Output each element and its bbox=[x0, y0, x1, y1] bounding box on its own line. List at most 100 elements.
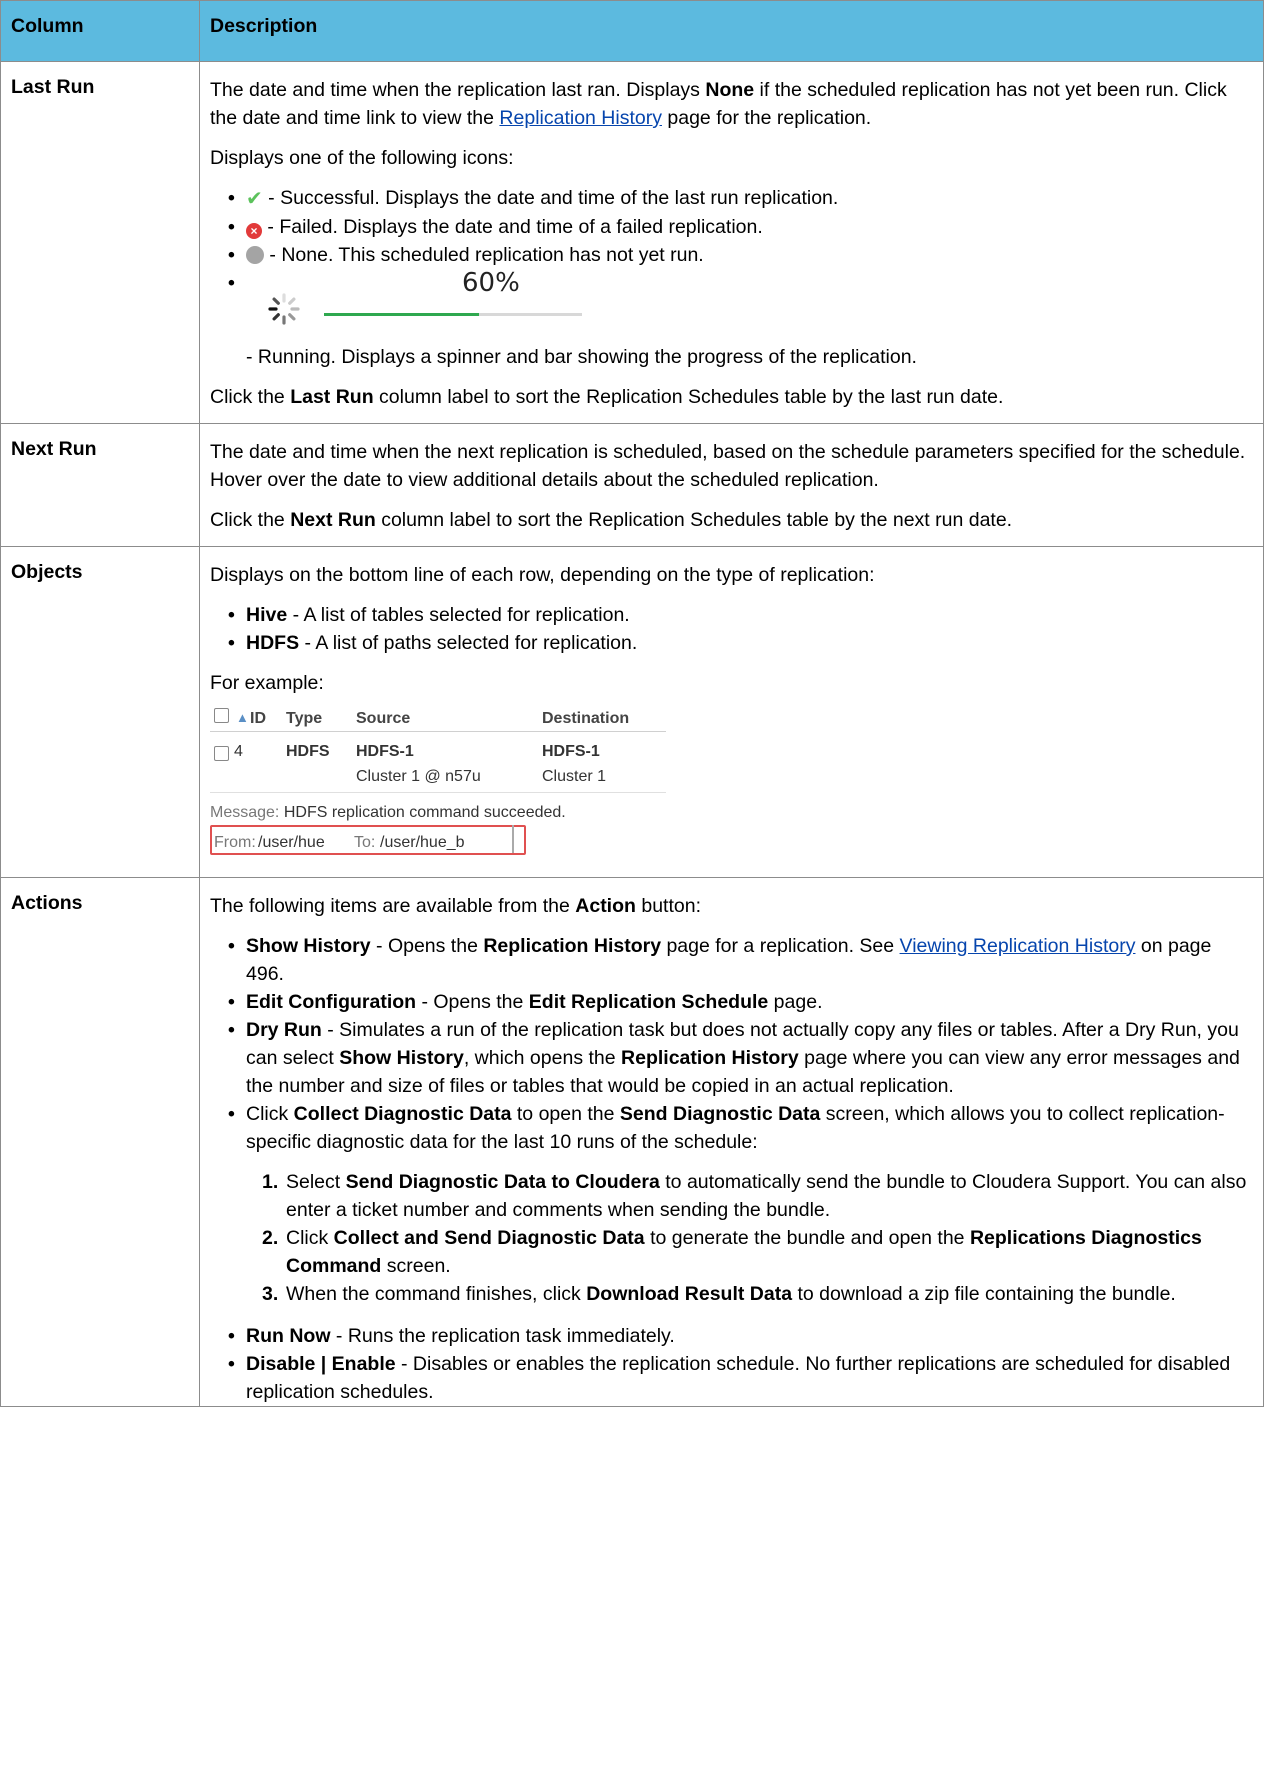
sort-asc-icon: ▲ bbox=[236, 709, 249, 725]
paragraph: The date and time when the next replicat… bbox=[210, 440, 1246, 491]
checkbox[interactable] bbox=[214, 745, 229, 761]
example-header: ▲ ID Type Source Destination bbox=[210, 699, 666, 732]
step-number: 3. bbox=[262, 1282, 279, 1305]
example-row: 4 HDFS HDFS-1 Cluster 1 @ n57u HDFS-1 Cl… bbox=[210, 732, 666, 793]
text: - Opens the bbox=[370, 934, 484, 957]
columns-table: Column Description Last Run The date and… bbox=[0, 0, 1264, 1407]
row-destination: HDFS-1 bbox=[542, 742, 600, 760]
icon-list: ✔ - Successful. Displays the date and ti… bbox=[210, 184, 1253, 383]
list-item-run-now: Run Now - Runs the replication task imme… bbox=[228, 1322, 1253, 1350]
bold-text: Send Diagnostic Data to Cloudera bbox=[345, 1170, 660, 1193]
message-text: HDFS replication command succeeded. bbox=[283, 803, 566, 821]
running-text: - Running. Displays a spinner and bar sh… bbox=[246, 345, 917, 368]
header-column: Column bbox=[0, 0, 200, 62]
from-label: From: bbox=[214, 833, 256, 851]
divider bbox=[512, 824, 518, 853]
header-description: Description bbox=[199, 0, 1264, 62]
bold-text: Disable | Enable bbox=[246, 1352, 396, 1375]
paragraph: Click the Last Run column label to sort … bbox=[210, 383, 1253, 411]
bold-text: Collect and Send Diagnostic Data bbox=[333, 1226, 645, 1249]
list-item: HDFS - A list of paths selected for repl… bbox=[228, 629, 1253, 657]
step-number: 2. bbox=[262, 1226, 279, 1249]
header-type: Type bbox=[286, 709, 323, 727]
list-item: 60% - Running. Displays a spinner and ba… bbox=[228, 269, 1253, 383]
text: page for a replication. See bbox=[661, 934, 900, 957]
text: - Successful. Displays the date and time… bbox=[262, 187, 839, 209]
bold-text: HDFS bbox=[246, 631, 300, 654]
list-item: - None. This scheduled replication has n… bbox=[228, 241, 1253, 269]
actions-list: Show History - Opens the Replication His… bbox=[210, 932, 1253, 1406]
row-desc-last-run: The date and time when the replication l… bbox=[199, 61, 1264, 424]
paragraph: For example: bbox=[210, 671, 324, 694]
spinner-icon bbox=[268, 293, 300, 325]
to-label: To: bbox=[354, 833, 376, 851]
progress-indicator: 60% bbox=[246, 269, 1253, 343]
to-value: /user/hue_b bbox=[380, 833, 465, 851]
none-icon bbox=[246, 245, 264, 264]
bold-text: Dry Run bbox=[246, 1018, 322, 1041]
step-number: 1. bbox=[262, 1170, 279, 1193]
bold-text: Replication History bbox=[621, 1046, 799, 1069]
step-item: 2. Click Collect and Send Diagnostic Data… bbox=[262, 1224, 1253, 1280]
progress-percent: 60% bbox=[462, 267, 520, 298]
bold-text: Download Result Data bbox=[586, 1282, 793, 1305]
list-item-disable-enable: Disable | Enable - Disables or enables t… bbox=[228, 1350, 1253, 1406]
row-source: HDFS-1 bbox=[356, 742, 414, 760]
list-item-collect-diagnostic-data: Click Collect Diagnostic Data to open th… bbox=[228, 1100, 1253, 1308]
text: When the command finishes, click bbox=[286, 1282, 587, 1305]
text: - A list of tables selected for replicat… bbox=[287, 603, 630, 626]
text: to generate the bundle and open the bbox=[644, 1226, 970, 1249]
text: Select bbox=[286, 1170, 346, 1193]
text: to open the bbox=[511, 1102, 620, 1125]
text: , which opens the bbox=[463, 1046, 622, 1069]
text: - Runs the replication task immediately. bbox=[330, 1324, 675, 1347]
step-item: 1. Select Send Diagnostic Data to Clouder… bbox=[262, 1168, 1253, 1224]
bold-text: Edit Replication Schedule bbox=[528, 990, 769, 1013]
text: Click the bbox=[210, 508, 291, 531]
paragraph: Displays one of the following icons: bbox=[210, 147, 514, 169]
row-name-last-run: Last Run bbox=[0, 61, 200, 424]
failed-icon: × bbox=[246, 222, 262, 239]
step-item: 3. When the command finishes, click Downl… bbox=[262, 1280, 1253, 1308]
example-screenshot: ▲ ID Type Source Destination 4 HDFS HDFS… bbox=[210, 698, 666, 857]
row-name-objects: Objects bbox=[0, 545, 200, 878]
text: - None. This scheduled replication has n… bbox=[264, 243, 704, 266]
text: to download a zip file containing the bu… bbox=[792, 1282, 1176, 1305]
bold-text: Last Run bbox=[290, 385, 374, 408]
row-desc-actions: The following items are available from t… bbox=[199, 876, 1264, 1407]
text: screen. bbox=[381, 1254, 451, 1277]
table-row: Next Run The date and time when the next… bbox=[0, 422, 1264, 547]
text: page. bbox=[768, 990, 823, 1013]
text: The following items are available from t… bbox=[210, 894, 576, 917]
text: - A list of paths selected for replicati… bbox=[299, 631, 638, 654]
header-source: Source bbox=[356, 709, 411, 727]
text: button: bbox=[635, 894, 701, 917]
viewing-replication-history-link[interactable]: Viewing Replication History bbox=[900, 935, 1136, 957]
bold-text: Run Now bbox=[246, 1324, 331, 1347]
text: - Failed. Displays the date and time of … bbox=[262, 215, 763, 238]
text: Click bbox=[246, 1102, 294, 1125]
message-label: Message: bbox=[210, 803, 280, 821]
header-destination: Destination bbox=[542, 709, 630, 727]
replication-history-link[interactable]: Replication History bbox=[499, 107, 662, 129]
bold-text: Next Run bbox=[290, 508, 376, 531]
table-row: Objects Displays on the bottom line of e… bbox=[0, 545, 1264, 878]
progress-bar-fill bbox=[324, 312, 479, 316]
text: column label to sort the Replication Sch… bbox=[375, 508, 1013, 531]
bold-text: Edit Configuration bbox=[246, 990, 417, 1013]
checkbox[interactable] bbox=[214, 707, 229, 723]
bold-text: Show History bbox=[246, 934, 371, 957]
row-source-sub: Cluster 1 @ n57u bbox=[356, 767, 481, 785]
row-id: 4 bbox=[234, 742, 243, 760]
table-header-row: Column Description bbox=[0, 0, 1264, 62]
row-name-actions: Actions bbox=[0, 876, 200, 1407]
paragraph: Displays on the bottom line of each row,… bbox=[210, 563, 875, 586]
text: page for the replication. bbox=[661, 107, 872, 129]
highlight-box: From: /user/hue To: /user/hue_b bbox=[210, 824, 526, 855]
paragraph: The following items are available from t… bbox=[210, 892, 1253, 920]
object-list: Hive - A list of tables selected for rep… bbox=[210, 601, 1253, 657]
paragraph: Click the Next Run column label to sort … bbox=[210, 506, 1253, 534]
bold-text: None bbox=[705, 79, 755, 101]
bold-text: Show History bbox=[339, 1046, 464, 1069]
bold-text: Send Diagnostic Data bbox=[619, 1102, 821, 1125]
